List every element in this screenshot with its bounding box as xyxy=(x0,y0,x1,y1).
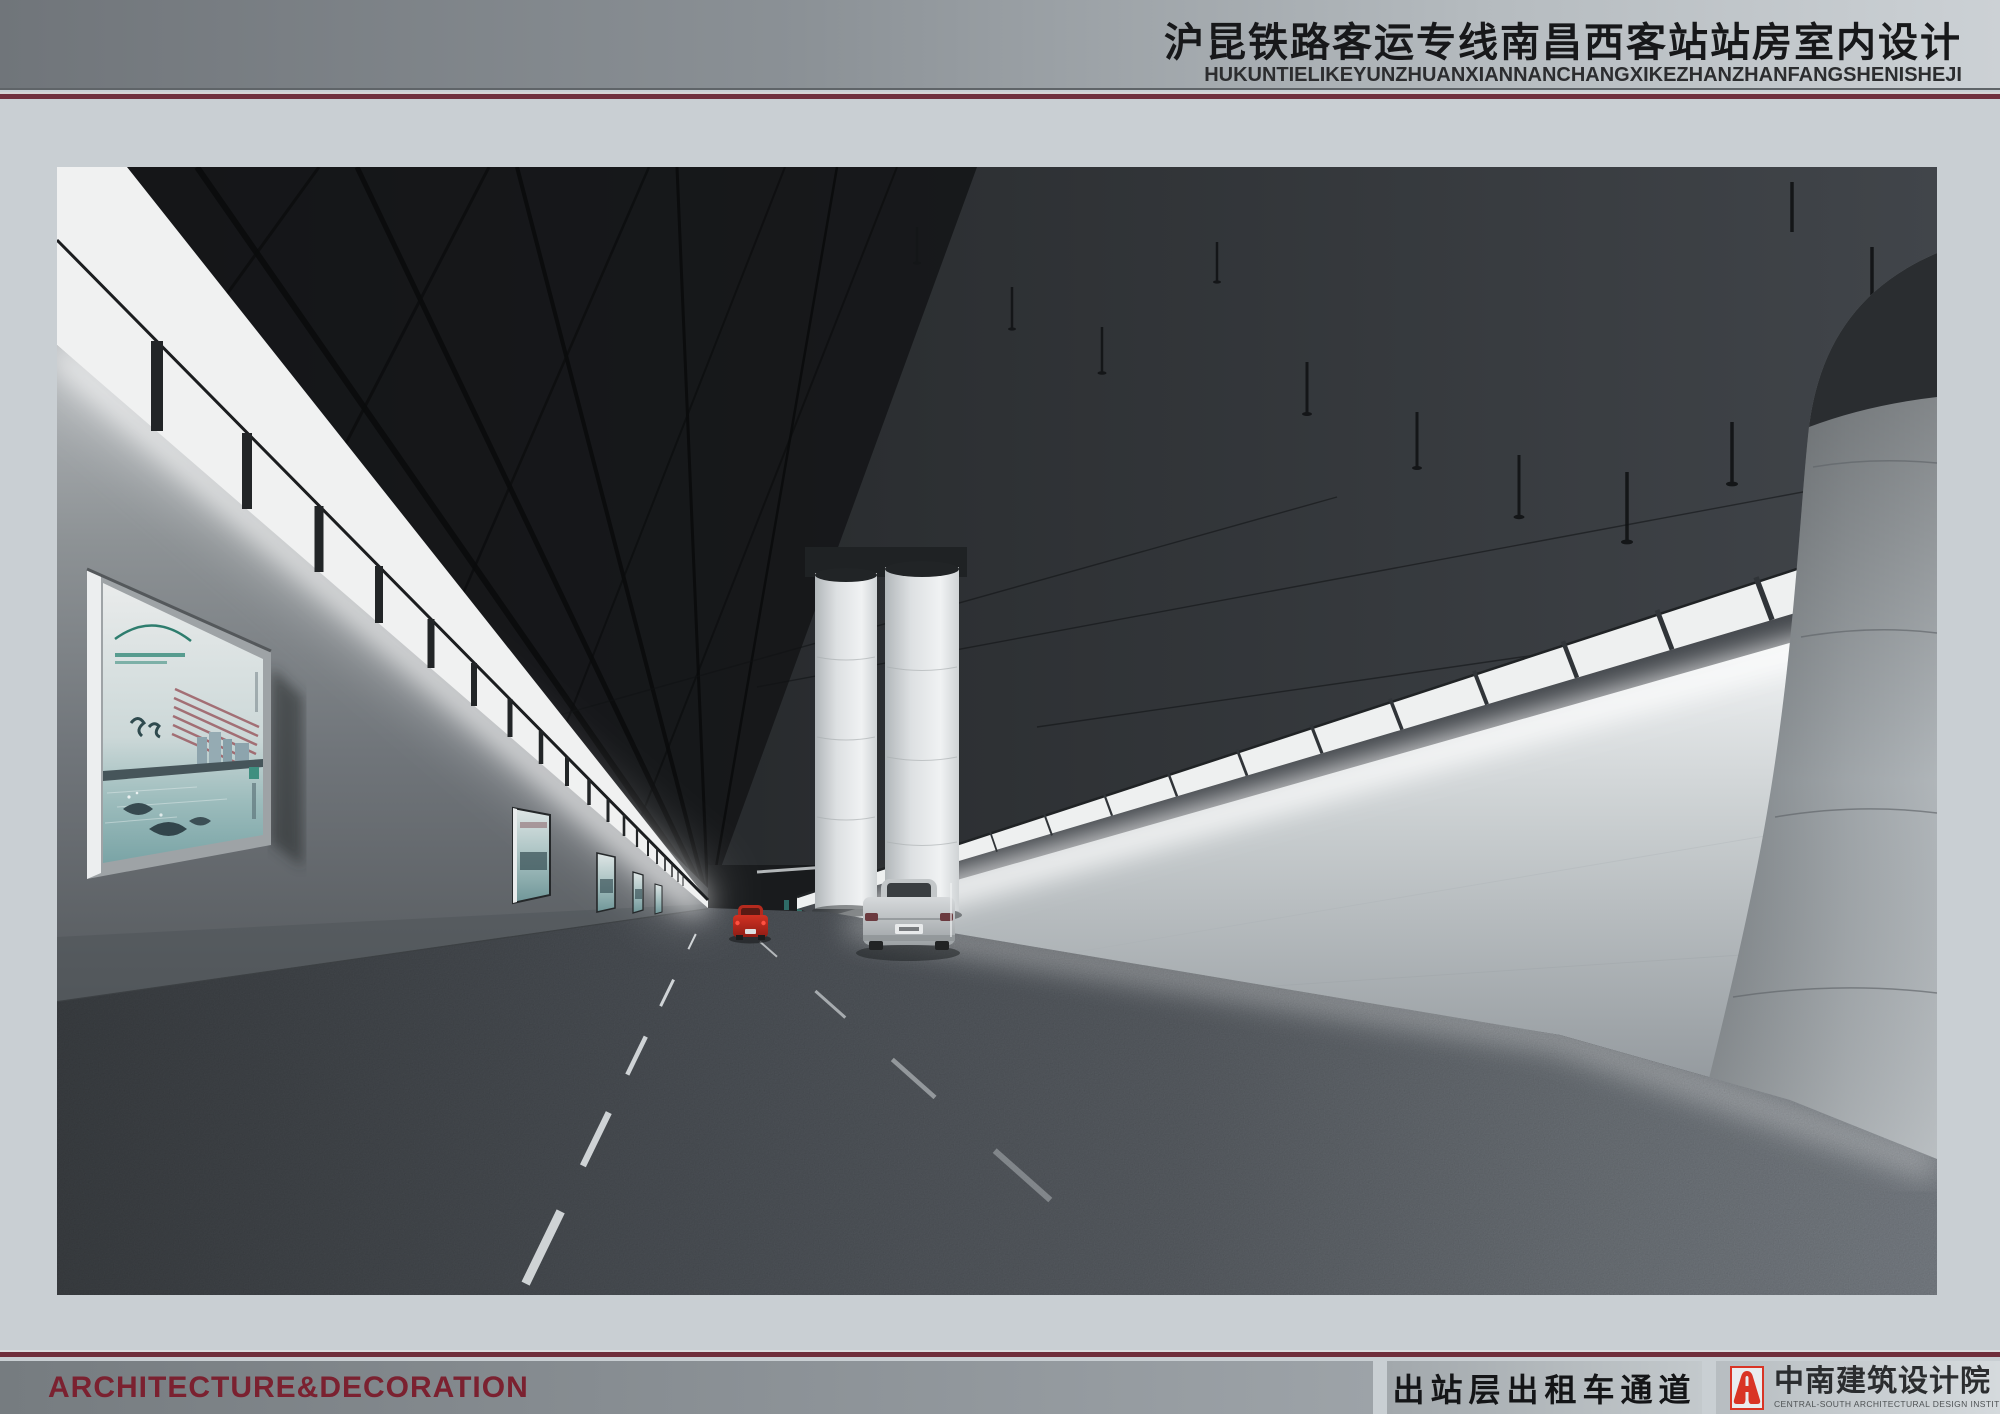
header-rule-maroon xyxy=(0,94,2000,99)
project-title-pinyin: HUKUNTIELIKEYUNZHUANXIANNANCHANGXIKEZHAN… xyxy=(1204,64,1962,86)
company-logo-panel: 中南建筑设计院 CENTRAL-SOUTH ARCHITECTURAL DESI… xyxy=(1716,1361,2000,1414)
project-title-cn: 沪昆铁路客运专线南昌西客站站房室内设计 xyxy=(1164,22,1962,64)
company-name-cn: 中南建筑设计院 xyxy=(1774,1366,2000,1398)
advertising-lightbox-small xyxy=(513,808,550,903)
lightbox-shadow xyxy=(271,667,303,867)
footer: ARCHITECTURE&DECORATION 出站层出租车通道 中南建筑设计院… xyxy=(0,1350,2000,1414)
distant-sign xyxy=(784,900,789,910)
tunnel-rendering xyxy=(57,167,1937,1295)
drawing-caption: 出站层出租车通道 xyxy=(1392,1365,1696,1411)
presentation-board: 沪昆铁路客运专线南昌西客站站房室内设计 HUKUNTIELIKEYUNZHUAN… xyxy=(0,0,2000,1414)
company-name-en: CENTRAL-SOUTH ARCHITECTURAL DESIGN INSTI… xyxy=(1774,1399,2000,1409)
advertising-lightbox-small xyxy=(633,872,643,913)
company-logo-icon xyxy=(1730,1366,1764,1410)
rendering-viewport xyxy=(57,167,1937,1295)
header-bar: 沪昆铁路客运专线南昌西客站站房室内设计 HUKUNTIELIKEYUNZHUAN… xyxy=(0,0,2000,90)
footer-brand-segment: ARCHITECTURE&DECORATION xyxy=(0,1361,1373,1414)
white-mid-columns xyxy=(805,547,967,922)
advertising-lightbox-small xyxy=(655,884,662,914)
footer-bar: ARCHITECTURE&DECORATION 出站层出租车通道 中南建筑设计院… xyxy=(0,1361,2000,1414)
brand-text: ARCHITECTURE&DECORATION xyxy=(48,1371,529,1405)
drawing-caption-panel: 出站层出租车通道 xyxy=(1387,1361,1702,1414)
advertising-lightbox-small xyxy=(597,853,615,912)
